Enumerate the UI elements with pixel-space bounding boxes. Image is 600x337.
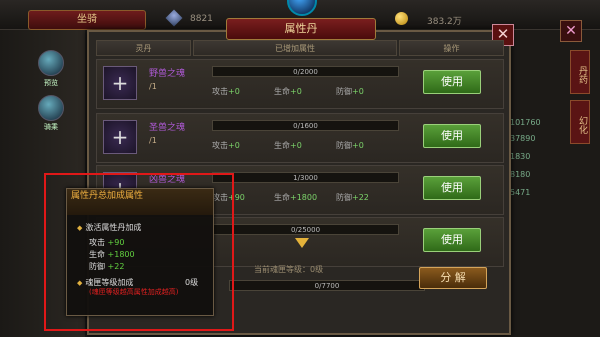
progress-bar: 0/2000 [212,66,399,77]
right-stat: 37890 [510,134,536,143]
right-stat: 1830 [510,152,531,161]
tooltip-title: 属性丹总加成属性 [67,189,213,215]
def-label: 防御 [336,87,352,96]
def-value: +22 [107,262,125,271]
tooltip-section: ◆ 激活属性丹加成 [77,222,141,233]
tooltip-section: ◆ 魂匣等级加成 [77,277,133,288]
progress-bar: 1/3000 [212,172,399,183]
diamond-icon: ◆ [77,279,83,287]
atk-label: 攻击 [212,141,228,150]
level-label: 当前魂匣等级：0级 [254,265,324,274]
attr-line: 攻击+90 生命+1800 防御+22 [212,192,402,203]
bonus-tooltip: 属性丹总加成属性 ◆ 激活属性丹加成 攻击 +90 生命 +1800 防御 +22… [66,188,214,316]
attr-line: 攻击+0 生命+0 防御+0 [212,140,402,151]
right-stat: 8180 [510,170,531,179]
pill-slot[interactable]: + [103,120,137,154]
tab-pills[interactable]: 丹药 [570,50,590,94]
def-value: +0 [352,141,364,150]
progress-bar: 0/1600 [212,120,399,131]
tab-appearance[interactable]: 幻化 [570,100,590,144]
def-label: 防御 [336,141,352,150]
hp-label: 生命 [274,141,290,150]
pill-row: + 圣兽之魂 /1 0/1600 攻击+0 生命+0 防御+0 使用 [96,113,504,163]
stat-value: 8821 [190,14,213,24]
progress-text: 0/2000 [293,68,318,76]
hp-label: 生命 [274,193,290,202]
attr-line: 攻击+0 生命+0 防御+0 [212,86,402,97]
hp-value: +0 [290,141,302,150]
atk-value: +90 [107,238,125,247]
use-button[interactable]: 使用 [423,124,481,148]
progress-bar: 0/25000 [212,224,399,235]
hp-value: +1800 [107,250,135,259]
level-progress-text: 0/7700 [229,280,425,291]
pill-slot[interactable]: + [103,66,137,100]
atk-label: 攻击 [212,87,228,96]
progress-text: 0/1600 [293,122,318,130]
page-title: 坐骑 [28,10,146,30]
tooltip-note: (魂匣等级越高属性加成越高) [89,288,179,296]
ride-label: 骑乘 [44,123,58,131]
hp-label: 生命 [89,250,105,259]
hp-value: +0 [290,87,302,96]
atk-value: +0 [228,141,240,150]
pill-name: 圣兽之魂 [149,123,186,133]
pill-row: + 野兽之魂 /1 0/2000 攻击+0 生命+0 防御+0 使用 [96,59,504,109]
plus-icon: + [111,71,129,95]
dialog-title: 属性丹 [226,18,376,40]
right-stat: 101760 [510,118,541,127]
atk-value: +0 [228,87,240,96]
def-label: 防御 [336,193,352,202]
gold-coin-icon [395,12,408,25]
use-button[interactable]: 使用 [423,176,481,200]
decompose-button[interactable]: 分 解 [419,267,487,289]
def-label: 防御 [89,262,105,271]
ride-orb-icon[interactable] [38,95,64,121]
progress-text: 0/25000 [290,226,321,234]
def-value: +0 [352,87,364,96]
hp-value: +1800 [290,193,318,202]
col-header-pill: 灵丹 [96,40,191,56]
atk-label: 攻击 [89,238,105,247]
use-button[interactable]: 使用 [423,70,481,94]
use-button[interactable]: 使用 [423,228,481,252]
preview-label: 预览 [44,79,58,87]
progress-text: 1/3000 [293,174,318,182]
close-background-button[interactable]: ✕ [560,20,582,42]
col-header-attrs: 已增加属性 [193,40,397,56]
hp-label: 生命 [274,87,290,96]
plus-icon: + [111,125,129,149]
col-header-action: 操作 [399,40,504,56]
tooltip-atk: 攻击 +90 [89,237,124,248]
tooltip-def: 防御 +22 [89,261,124,272]
pill-count: /1 [149,136,157,145]
tooltip-section-label: 激活属性丹加成 [85,223,142,232]
preview-orb-icon[interactable] [38,50,64,76]
tooltip-level: 0级 [185,278,199,287]
diamond-icon: ◆ [77,224,83,232]
pill-count: /1 [149,82,157,91]
tooltip-hp: 生命 +1800 [89,249,135,260]
pill-name: 野兽之魂 [149,69,186,79]
tooltip-section-label: 魂匣等级加成 [85,278,134,287]
right-stat: 5471 [510,188,531,197]
def-value: +22 [352,193,369,202]
gold-value: 383.2万 [427,17,462,27]
arrow-down-icon [295,238,309,248]
